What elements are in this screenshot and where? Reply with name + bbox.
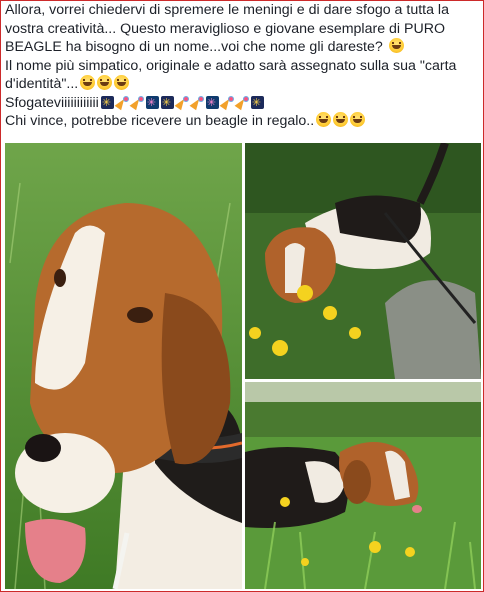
fireworks-icon (250, 94, 264, 112)
fireworks-icon (145, 94, 159, 112)
laughing-face-icon (316, 112, 332, 127)
post-line-3: BEAGLE ha bisogno di un nome...voi che n… (5, 38, 477, 57)
fireworks-icon (100, 94, 114, 112)
fireworks-icon (205, 94, 219, 112)
laughing-face-icon (80, 75, 96, 90)
beagle-in-grass-photo[interactable] (245, 382, 481, 589)
post-line-7: Chi vince, potrebbe ricevere un beagle i… (5, 112, 477, 131)
post-line-4: Il nome più simpatico, originale e adatt… (5, 57, 457, 74)
party-popper-icon (131, 95, 144, 109)
party-popper-icon (116, 95, 129, 109)
beagle-sniffing-flowers-image (245, 143, 481, 379)
fireworks-icon (160, 94, 174, 112)
beagle-closeup-image (5, 143, 242, 589)
party-popper-icon (236, 95, 249, 109)
laughing-face-icon (333, 112, 349, 127)
party-popper-icon (176, 95, 189, 109)
post-line-5: d'identità"... (5, 75, 477, 94)
party-popper-icon (221, 95, 234, 109)
beagle-sniffing-flowers-photo[interactable] (245, 143, 481, 379)
laughing-face-icon (97, 75, 113, 90)
party-popper-icon (191, 95, 204, 109)
beagle-closeup-photo[interactable] (5, 143, 242, 589)
laughing-face-icon (350, 112, 366, 127)
beagle-in-grass-image (245, 382, 481, 589)
post-line-3-text: BEAGLE ha bisogno di un nome...voi che n… (5, 39, 383, 55)
laughing-face-icon (388, 38, 404, 53)
post-frame: Allora, vorrei chiedervi di spremere le … (0, 0, 484, 592)
post-line-6-text: Sfogateviiiiiiiiiiii (5, 94, 99, 111)
post-line-5-text: d'identità"... (5, 76, 79, 92)
post-line-2: vostra creatività... Questo meraviglioso… (5, 20, 446, 37)
post-line-1: Allora, vorrei chiedervi di spremere le … (5, 2, 449, 18)
laughing-face-icon (114, 75, 130, 90)
post-line-6: Sfogateviiiiiiiiiiii (5, 94, 477, 112)
post-text: Allora, vorrei chiedervi di spremere le … (5, 1, 477, 131)
post-line-7-text: Chi vince, potrebbe ricevere un beagle i… (5, 113, 315, 129)
